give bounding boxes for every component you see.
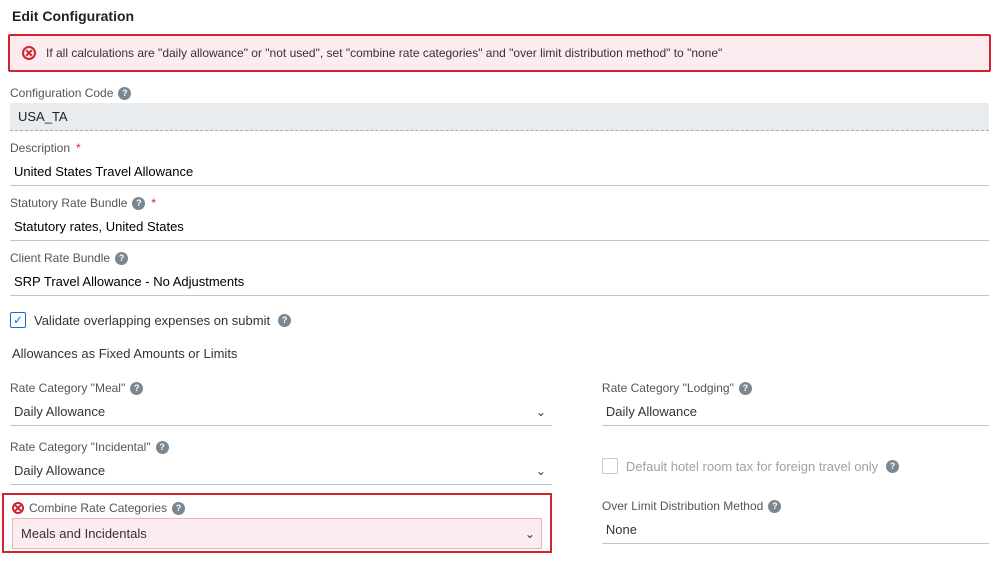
help-icon[interactable]: ? [768,500,781,513]
statutory-bundle-label-text: Statutory Rate Bundle [10,196,127,210]
help-icon[interactable]: ? [886,460,899,473]
config-code-label-text: Configuration Code [10,86,113,100]
error-icon [22,46,36,60]
error-icon [12,502,24,514]
statutory-bundle-label: Statutory Rate Bundle ? * [10,196,989,210]
incidental-select-value: Daily Allowance [10,457,552,484]
help-icon[interactable]: ? [132,197,145,210]
required-mark: * [151,196,156,210]
help-icon[interactable]: ? [172,502,185,515]
help-icon[interactable]: ? [156,441,169,454]
page-title: Edit Configuration [0,0,999,34]
meal-label-text: Rate Category "Meal" [10,381,125,395]
help-icon[interactable]: ? [118,87,131,100]
help-icon[interactable]: ? [130,382,143,395]
combine-select[interactable]: Meals and Incidentals ⌄ [12,518,542,549]
description-field[interactable] [10,158,989,186]
lodging-label: Rate Category "Lodging" ? [602,381,989,395]
lodging-label-text: Rate Category "Lodging" [602,381,734,395]
config-code-label: Configuration Code ? [10,86,989,100]
incidental-label-text: Rate Category "Incidental" [10,440,151,454]
meal-select[interactable]: Daily Allowance ⌄ [10,398,552,426]
combine-select-value: Meals and Incidentals [13,519,541,548]
meal-select-value: Daily Allowance [10,398,552,425]
meal-label: Rate Category "Meal" ? [10,381,552,395]
statutory-bundle-field[interactable] [10,213,989,241]
allowances-section-title: Allowances as Fixed Amounts or Limits [12,346,989,361]
lodging-field[interactable]: Daily Allowance [602,398,989,426]
incidental-label: Rate Category "Incidental" ? [10,440,552,454]
validate-overlap-checkbox[interactable]: ✓ [10,312,26,328]
required-mark: * [76,141,81,155]
help-icon[interactable]: ? [278,314,291,327]
help-icon[interactable]: ? [115,252,128,265]
client-bundle-field[interactable] [10,268,989,296]
validate-overlap-label: Validate overlapping expenses on submit [34,313,270,328]
description-label: Description * [10,141,989,155]
client-bundle-label: Client Rate Bundle ? [10,251,989,265]
combine-label-text: Combine Rate Categories [29,501,167,515]
check-icon: ✓ [13,314,23,326]
hotel-tax-label: Default hotel room tax for foreign trave… [626,459,878,474]
config-code-field [10,103,989,131]
hotel-tax-checkbox [602,458,618,474]
validation-error-banner: If all calculations are "daily allowance… [8,34,991,72]
over-limit-field[interactable]: None [602,516,989,544]
combine-categories-error-block: Combine Rate Categories ? Meals and Inci… [2,493,552,553]
help-icon[interactable]: ? [739,382,752,395]
hotel-tax-row: Default hotel room tax for foreign trave… [602,458,989,474]
validate-overlap-row: ✓ Validate overlapping expenses on submi… [10,312,989,328]
error-message: If all calculations are "daily allowance… [46,46,722,60]
over-limit-label: Over Limit Distribution Method ? [602,499,989,513]
configuration-form: Configuration Code ? Description * Statu… [0,86,999,563]
description-label-text: Description [10,141,70,155]
client-bundle-label-text: Client Rate Bundle [10,251,110,265]
over-limit-label-text: Over Limit Distribution Method [602,499,763,513]
incidental-select[interactable]: Daily Allowance ⌄ [10,457,552,485]
combine-label: Combine Rate Categories ? [12,501,542,515]
